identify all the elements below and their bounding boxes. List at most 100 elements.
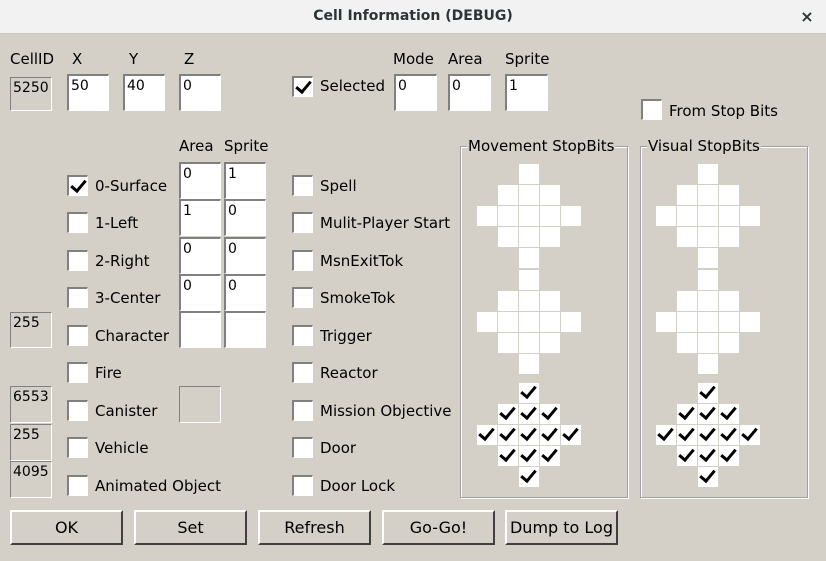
movement-stopbit-0-6[interactable] bbox=[498, 227, 518, 247]
flag-checkbox-smoketok[interactable] bbox=[292, 287, 313, 308]
movement-stopbit-1-2[interactable] bbox=[540, 291, 560, 311]
visual-stopbit-2-11[interactable] bbox=[698, 404, 718, 424]
x-field[interactable]: 50 bbox=[67, 74, 109, 111]
layer-area-center[interactable]: 0 bbox=[179, 274, 221, 311]
visual-stopbit-0-5[interactable] bbox=[740, 206, 760, 226]
movement-stopbit-1-12[interactable] bbox=[519, 333, 539, 353]
visual-stopbit-1-1[interactable] bbox=[677, 291, 697, 311]
layer-sprite-left[interactable]: 0 bbox=[224, 199, 266, 236]
visual-stopbit-0-11[interactable] bbox=[698, 185, 718, 205]
movement-stopbit-1-11[interactable] bbox=[519, 291, 539, 311]
layer-sprite-right[interactable]: 0 bbox=[224, 237, 266, 274]
visual-stopbit-2-1[interactable] bbox=[677, 404, 697, 424]
layer-checkbox-left[interactable] bbox=[67, 212, 88, 233]
visual-stopbit-1-4[interactable] bbox=[698, 312, 718, 332]
z-field[interactable]: 0 bbox=[179, 74, 221, 111]
visual-stopbit-0-3[interactable] bbox=[656, 206, 676, 226]
movement-stopbit-0-2[interactable] bbox=[540, 185, 560, 205]
y-field[interactable]: 40 bbox=[123, 74, 165, 111]
visual-stopbit-2-8[interactable] bbox=[698, 467, 718, 487]
movement-stopbit-2-1[interactable] bbox=[498, 404, 518, 424]
flag-checkbox-mission-objective[interactable] bbox=[292, 400, 313, 421]
visual-stopbit-1-0[interactable] bbox=[698, 270, 718, 290]
dump-to-log-button[interactable]: Dump to Log bbox=[505, 510, 618, 545]
layer-sprite-surface[interactable]: 1 bbox=[224, 162, 266, 199]
movement-stopbit-1-7[interactable] bbox=[540, 333, 560, 353]
visual-stopbit-1-2[interactable] bbox=[719, 291, 739, 311]
visual-stopbit-1-9[interactable] bbox=[677, 312, 697, 332]
movement-stopbit-0-5[interactable] bbox=[561, 206, 581, 226]
layer-checkbox-surface[interactable] bbox=[67, 175, 88, 196]
movement-stopbit-0-0[interactable] bbox=[519, 164, 539, 184]
layer-sprite-character[interactable] bbox=[224, 311, 266, 348]
layer-area-right[interactable]: 0 bbox=[179, 237, 221, 274]
layer-checkbox-fire[interactable] bbox=[67, 362, 88, 383]
visual-stopbit-2-0[interactable] bbox=[698, 383, 718, 403]
flag-checkbox-door[interactable] bbox=[292, 437, 313, 458]
layer-checkbox-animated[interactable] bbox=[67, 475, 88, 496]
visual-stopbit-0-6[interactable] bbox=[677, 227, 697, 247]
movement-stopbit-2-9[interactable] bbox=[498, 425, 518, 445]
layer-checkbox-center[interactable] bbox=[67, 287, 88, 308]
visual-stopbit-0-8[interactable] bbox=[698, 248, 718, 268]
movement-stopbit-0-7[interactable] bbox=[540, 227, 560, 247]
visual-stopbit-2-6[interactable] bbox=[677, 446, 697, 466]
movement-stopbit-2-5[interactable] bbox=[561, 425, 581, 445]
movement-stopbit-1-1[interactable] bbox=[498, 291, 518, 311]
layer-checkbox-character[interactable] bbox=[67, 325, 88, 346]
visual-stopbit-2-7[interactable] bbox=[719, 446, 739, 466]
movement-stopbit-2-7[interactable] bbox=[540, 446, 560, 466]
flag-checkbox-trigger[interactable] bbox=[292, 325, 313, 346]
visual-stopbit-1-6[interactable] bbox=[677, 333, 697, 353]
visual-stopbit-1-5[interactable] bbox=[740, 312, 760, 332]
visual-stopbit-0-7[interactable] bbox=[719, 227, 739, 247]
movement-stopbit-2-4[interactable] bbox=[519, 425, 539, 445]
movement-stopbit-0-3[interactable] bbox=[477, 206, 497, 226]
selected-checkbox[interactable] bbox=[292, 76, 313, 97]
visual-stopbit-0-12[interactable] bbox=[698, 227, 718, 247]
layer-checkbox-canister[interactable] bbox=[67, 400, 88, 421]
visual-stopbit-0-4[interactable] bbox=[698, 206, 718, 226]
movement-stopbit-1-9[interactable] bbox=[498, 312, 518, 332]
movement-stopbit-1-0[interactable] bbox=[519, 270, 539, 290]
movement-stopbit-1-5[interactable] bbox=[561, 312, 581, 332]
visual-stopbit-0-1[interactable] bbox=[677, 185, 697, 205]
flag-checkbox-mp-start[interactable] bbox=[292, 212, 313, 233]
movement-stopbit-1-6[interactable] bbox=[498, 333, 518, 353]
mode-field[interactable]: 0 bbox=[394, 74, 437, 111]
movement-stopbit-0-12[interactable] bbox=[519, 227, 539, 247]
visual-stopbit-2-5[interactable] bbox=[740, 425, 760, 445]
visual-stopbit-2-10[interactable] bbox=[719, 425, 739, 445]
sprite-field[interactable]: 1 bbox=[505, 74, 548, 111]
movement-stopbit-2-11[interactable] bbox=[519, 404, 539, 424]
movement-stopbit-2-2[interactable] bbox=[540, 404, 560, 424]
visual-stopbit-0-10[interactable] bbox=[719, 206, 739, 226]
layer-sprite-center[interactable]: 0 bbox=[224, 274, 266, 311]
ok-button[interactable]: OK bbox=[10, 510, 123, 545]
visual-stopbit-1-10[interactable] bbox=[719, 312, 739, 332]
visual-stopbit-1-7[interactable] bbox=[719, 333, 739, 353]
flag-checkbox-door-lock[interactable] bbox=[292, 475, 313, 496]
close-icon[interactable]: × bbox=[796, 0, 818, 33]
flag-checkbox-msnexittok[interactable] bbox=[292, 250, 313, 271]
movement-stopbit-0-8[interactable] bbox=[519, 248, 539, 268]
movement-stopbit-0-1[interactable] bbox=[498, 185, 518, 205]
movement-stopbit-1-10[interactable] bbox=[540, 312, 560, 332]
layer-area-surface[interactable]: 0 bbox=[179, 162, 221, 199]
visual-stopbit-1-8[interactable] bbox=[698, 354, 718, 374]
visual-stopbit-1-11[interactable] bbox=[698, 291, 718, 311]
movement-stopbit-2-12[interactable] bbox=[519, 446, 539, 466]
layer-area-character[interactable] bbox=[179, 311, 221, 348]
visual-stopbit-2-3[interactable] bbox=[656, 425, 676, 445]
visual-stopbit-0-0[interactable] bbox=[698, 164, 718, 184]
gogo-button[interactable]: Go-Go! bbox=[382, 510, 495, 545]
movement-stopbit-0-10[interactable] bbox=[540, 206, 560, 226]
visual-stopbit-2-2[interactable] bbox=[719, 404, 739, 424]
movement-stopbit-2-8[interactable] bbox=[519, 467, 539, 487]
from-stop-bits-checkbox[interactable] bbox=[641, 99, 662, 120]
set-button[interactable]: Set bbox=[134, 510, 247, 545]
visual-stopbit-1-3[interactable] bbox=[656, 312, 676, 332]
refresh-button[interactable]: Refresh bbox=[258, 510, 371, 545]
movement-stopbit-1-3[interactable] bbox=[477, 312, 497, 332]
movement-stopbit-0-9[interactable] bbox=[498, 206, 518, 226]
